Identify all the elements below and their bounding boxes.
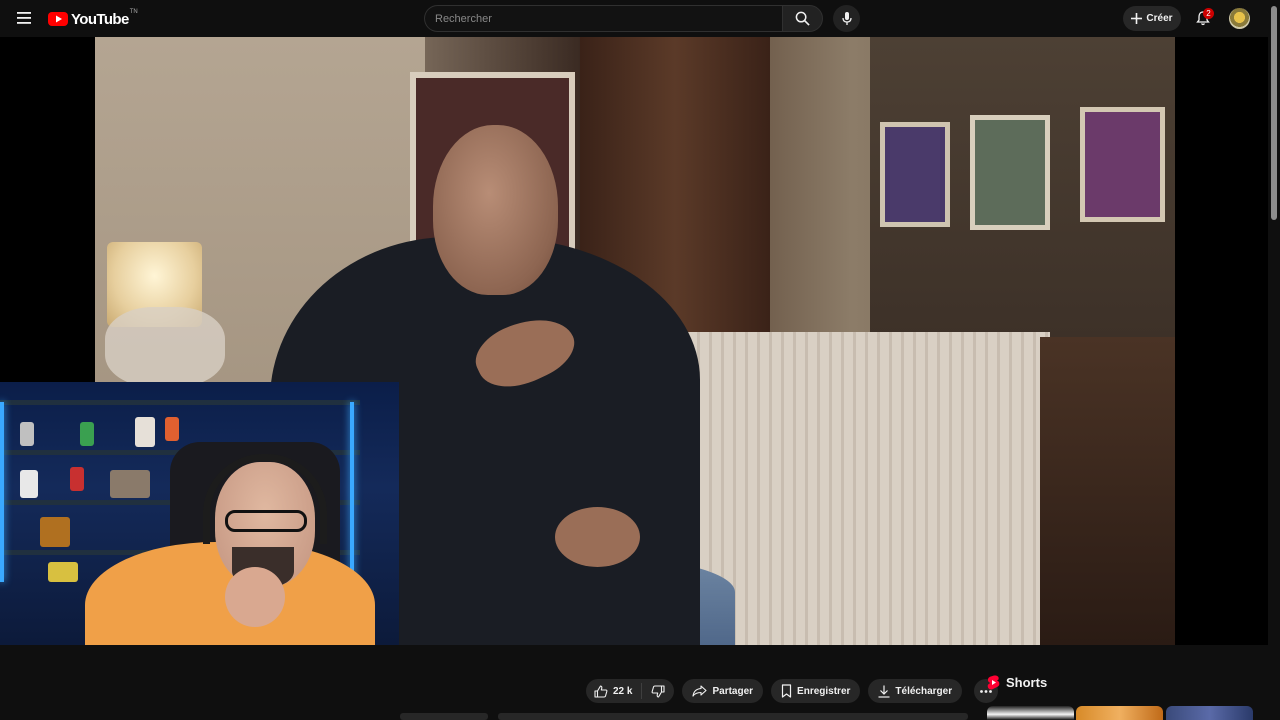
webcam-neon-light bbox=[0, 402, 4, 582]
search-icon bbox=[795, 11, 810, 26]
save-label: Enregistrer bbox=[797, 685, 851, 697]
like-button[interactable]: 22 k bbox=[586, 683, 643, 699]
short-thumbnail[interactable] bbox=[987, 706, 1074, 720]
like-dislike-group: 22 k bbox=[586, 679, 675, 703]
share-arrow-icon bbox=[692, 685, 708, 697]
short-thumbnail[interactable] bbox=[1166, 706, 1253, 720]
download-label: Télécharger bbox=[895, 685, 953, 697]
bookmark-icon bbox=[781, 684, 792, 698]
webcam-figurine bbox=[70, 467, 84, 491]
logo-text: YouTube bbox=[71, 10, 129, 28]
video-scene-table bbox=[1040, 337, 1175, 645]
video-scene-picture bbox=[1080, 107, 1165, 222]
webcam-shelf bbox=[0, 400, 360, 405]
webcam-figurine bbox=[165, 417, 179, 441]
video-player[interactable] bbox=[0, 37, 1268, 645]
voice-search-button[interactable] bbox=[833, 5, 860, 32]
video-scene-picture bbox=[970, 115, 1050, 230]
dislike-button[interactable] bbox=[642, 684, 674, 698]
webcam-person-hand bbox=[225, 567, 285, 627]
video-actions-bar: 22 k Partager Enregistrer Télécharger bbox=[586, 679, 999, 703]
search-box bbox=[424, 5, 782, 32]
webcam-figurine bbox=[48, 562, 78, 582]
notifications-button[interactable]: 2 bbox=[1189, 5, 1216, 32]
create-button[interactable]: Créer bbox=[1123, 6, 1181, 31]
video-scene-flowers bbox=[105, 307, 225, 387]
save-button[interactable]: Enregistrer bbox=[771, 679, 861, 703]
video-person-head bbox=[433, 125, 558, 295]
create-label: Créer bbox=[1146, 13, 1173, 24]
webcam-figurine bbox=[40, 517, 70, 547]
account-avatar[interactable] bbox=[1229, 8, 1250, 29]
share-button[interactable]: Partager bbox=[682, 679, 764, 703]
webcam-figurine bbox=[135, 417, 155, 447]
guide-menu-button[interactable] bbox=[10, 4, 38, 32]
microphone-icon bbox=[841, 11, 852, 26]
webcam-figurine bbox=[20, 470, 38, 498]
logo-region-code: TN bbox=[129, 9, 138, 15]
webcam-figurine bbox=[80, 422, 94, 446]
video-scene-picture bbox=[880, 122, 950, 227]
shorts-icon bbox=[987, 675, 1000, 690]
notification-count-badge: 2 bbox=[1203, 8, 1214, 19]
youtube-logo[interactable]: YouTube TN bbox=[48, 9, 138, 29]
search-input[interactable] bbox=[425, 6, 782, 31]
short-thumbnail[interactable] bbox=[1076, 706, 1163, 720]
masthead: YouTube TN Créer bbox=[0, 0, 1280, 37]
youtube-play-icon bbox=[48, 12, 68, 26]
download-icon bbox=[878, 685, 890, 698]
video-person-hand bbox=[555, 507, 640, 567]
webcam-books bbox=[110, 470, 150, 498]
share-label: Partager bbox=[712, 685, 754, 697]
below-player-placeholder bbox=[498, 713, 968, 720]
webcam-overlay bbox=[0, 382, 399, 645]
hamburger-menu-icon bbox=[17, 12, 31, 24]
page-scrollbar[interactable] bbox=[1268, 0, 1280, 720]
thumbs-down-icon bbox=[651, 684, 666, 698]
thumbs-up-icon bbox=[594, 684, 608, 698]
download-button[interactable]: Télécharger bbox=[868, 679, 963, 703]
search-button[interactable] bbox=[782, 5, 823, 32]
shorts-title: Shorts bbox=[1006, 675, 1048, 690]
plus-icon bbox=[1131, 13, 1143, 24]
like-count: 22 k bbox=[613, 685, 633, 697]
shorts-shelf-header: Shorts bbox=[987, 675, 1047, 690]
webcam-figurine bbox=[20, 422, 34, 446]
scrollbar-thumb[interactable] bbox=[1271, 6, 1277, 220]
below-player-placeholder bbox=[400, 713, 488, 720]
